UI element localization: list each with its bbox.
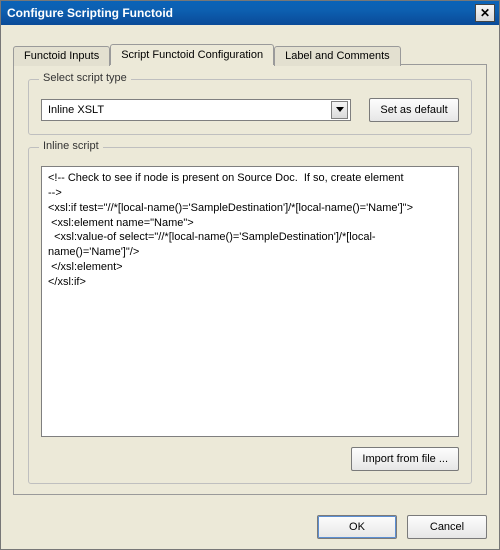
chevron-down-icon [336,104,344,116]
script-type-value: Inline XSLT [48,104,104,116]
window-title: Configure Scripting Functoid [7,6,173,20]
tab-label-comments[interactable]: Label and Comments [274,46,401,66]
inline-script-textarea[interactable]: <!-- Check to see if node is present on … [41,166,459,437]
close-button[interactable]: ✕ [475,4,495,22]
dialog-window: Configure Scripting Functoid ✕ Functoid … [0,0,500,550]
cancel-button[interactable]: Cancel [407,515,487,539]
tab-script-config[interactable]: Script Functoid Configuration [110,44,274,65]
inline-script-group: Inline script <!-- Check to see if node … [28,147,472,484]
tab-panel: Select script type Inline XSLT Set as de… [13,64,487,495]
title-bar: Configure Scripting Functoid ✕ [1,1,499,25]
client-area: Functoid Inputs Script Functoid Configur… [1,25,499,505]
dropdown-button[interactable] [331,101,348,119]
script-type-legend: Select script type [39,72,131,84]
tab-strip: Functoid Inputs Script Functoid Configur… [13,43,487,64]
ok-button[interactable]: OK [317,515,397,539]
dialog-footer: OK Cancel [1,505,499,549]
import-from-file-button[interactable]: Import from file ... [351,447,459,471]
script-type-group: Select script type Inline XSLT Set as de… [28,79,472,135]
script-type-select[interactable]: Inline XSLT [41,99,351,121]
tab-functoid-inputs[interactable]: Functoid Inputs [13,46,110,66]
set-default-button[interactable]: Set as default [369,98,459,122]
inline-script-legend: Inline script [39,140,103,152]
close-icon: ✕ [480,6,490,20]
